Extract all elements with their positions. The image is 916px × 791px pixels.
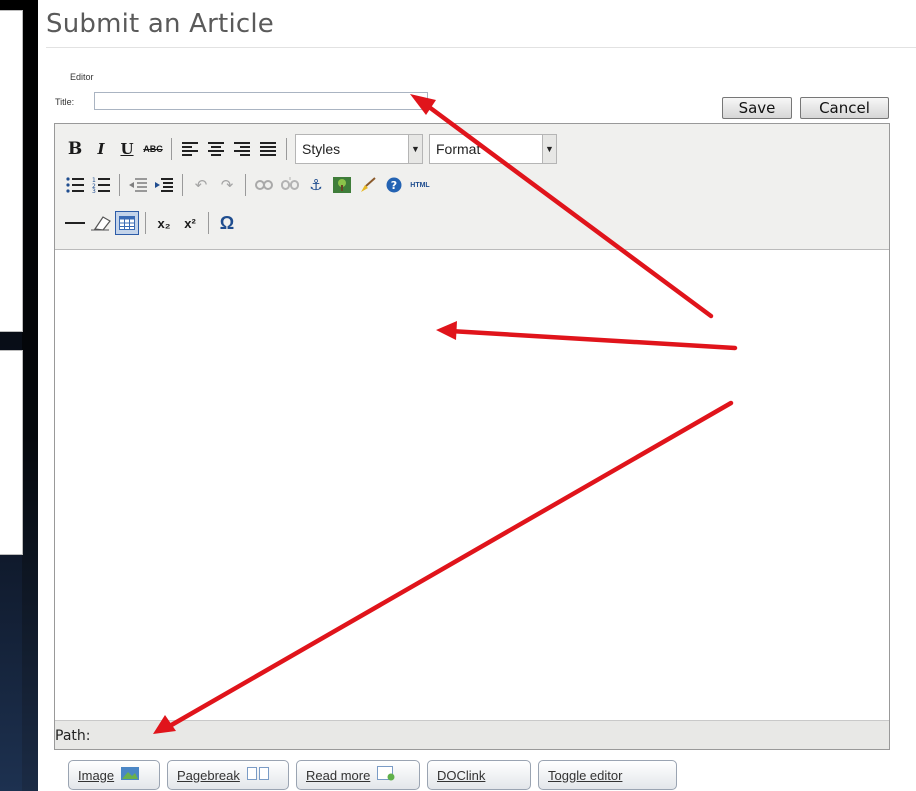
editor-content-area[interactable] [55, 250, 889, 720]
toolbar-separator [245, 174, 246, 196]
pagebreak-button[interactable]: Pagebreak [167, 760, 289, 790]
numbered-list-icon[interactable]: 123 [89, 173, 113, 197]
outdent-icon[interactable] [126, 173, 150, 197]
align-left-icon[interactable] [178, 137, 202, 161]
superscript-button[interactable]: x² [178, 211, 202, 235]
undo-icon[interactable]: ↶ [189, 173, 213, 197]
horizontal-rule-icon[interactable] [63, 211, 87, 235]
italic-button[interactable]: I [89, 137, 113, 161]
path-label: Path: [55, 728, 91, 744]
bullet-list-icon[interactable] [63, 173, 87, 197]
link-icon[interactable] [252, 173, 276, 197]
read-more-icon [377, 766, 395, 784]
visual-aid-table-icon[interactable] [115, 211, 139, 235]
image-button[interactable]: Image [68, 760, 160, 790]
title-divider [46, 47, 916, 48]
subscript-button[interactable]: x₂ [152, 211, 176, 235]
styles-dropdown-label: Styles [302, 141, 341, 157]
content-page: Submit an Article Editor Title: Save Can… [38, 0, 916, 791]
bold-button[interactable]: B [63, 137, 87, 161]
toolbar-separator [208, 212, 209, 234]
page-title: Submit an Article [46, 9, 274, 39]
toggle-editor-button-label: Toggle editor [548, 767, 623, 783]
image-button-label: Image [78, 767, 115, 783]
chevron-down-icon: ▼ [408, 135, 422, 163]
align-center-icon[interactable] [204, 137, 228, 161]
unlink-icon[interactable] [278, 173, 302, 197]
pagebreak-icon [246, 767, 269, 783]
left-sidebar-panel [0, 10, 23, 332]
eraser-icon[interactable] [89, 211, 113, 235]
align-right-icon[interactable] [230, 137, 254, 161]
special-character-button[interactable]: Ω [215, 211, 239, 235]
save-button[interactable]: Save [722, 97, 792, 119]
redo-icon[interactable]: ↷ [215, 173, 239, 197]
image-icon [121, 767, 140, 783]
toolbar-separator [182, 174, 183, 196]
doclink-button[interactable]: DOClink [427, 760, 531, 790]
toggle-editor-button[interactable]: Toggle editor [538, 760, 677, 790]
rich-text-editor: B I U ABC Styles ▼ Format ▼ 1 2 3 ↶ ↷ ⚓ … [54, 123, 890, 750]
read-more-button[interactable]: Read more [296, 760, 420, 790]
toolbar-separator [286, 138, 287, 160]
styles-dropdown[interactable]: Styles ▼ [295, 134, 423, 164]
insert-image-icon[interactable] [330, 173, 354, 197]
strikethrough-button[interactable]: ABC [141, 137, 165, 161]
svg-text:?: ? [391, 179, 397, 192]
left-sidebar-panel-secondary [0, 350, 23, 555]
title-input[interactable] [94, 92, 428, 110]
align-justify-icon[interactable] [256, 137, 280, 161]
doclink-button-label: DOClink [437, 767, 486, 783]
pagebreak-button-label: Pagebreak [177, 767, 240, 783]
html-source-button[interactable]: HTML [408, 173, 432, 197]
toolbar-separator [171, 138, 172, 160]
anchor-icon[interactable]: ⚓ [304, 173, 328, 197]
cleanup-brush-icon[interactable] [356, 173, 380, 197]
toolbar-separator [119, 174, 120, 196]
editor-status-bar: Path: [55, 720, 889, 749]
read-more-button-label: Read more [306, 767, 371, 783]
toolbar-row-3: x₂ x² Ω [63, 208, 241, 238]
toolbar-row-1: B I U ABC Styles ▼ Format ▼ [63, 134, 557, 164]
indent-icon[interactable] [152, 173, 176, 197]
editor-caption: Editor [70, 72, 94, 82]
cancel-button[interactable]: Cancel [800, 97, 889, 119]
underline-button[interactable]: U [115, 137, 139, 161]
title-label: Title: [55, 97, 75, 107]
toolbar-separator [145, 212, 146, 234]
format-dropdown[interactable]: Format ▼ [429, 134, 557, 164]
svg-text:3: 3 [92, 188, 96, 193]
editor-toolbar: B I U ABC Styles ▼ Format ▼ 1 2 3 ↶ ↷ ⚓ … [55, 124, 889, 250]
chevron-down-icon: ▼ [542, 135, 556, 163]
toolbar-row-2: 123 ↶ ↷ ⚓ ? HTML [63, 170, 434, 200]
format-dropdown-label: Format [436, 141, 481, 157]
help-icon[interactable]: ? [382, 173, 406, 197]
